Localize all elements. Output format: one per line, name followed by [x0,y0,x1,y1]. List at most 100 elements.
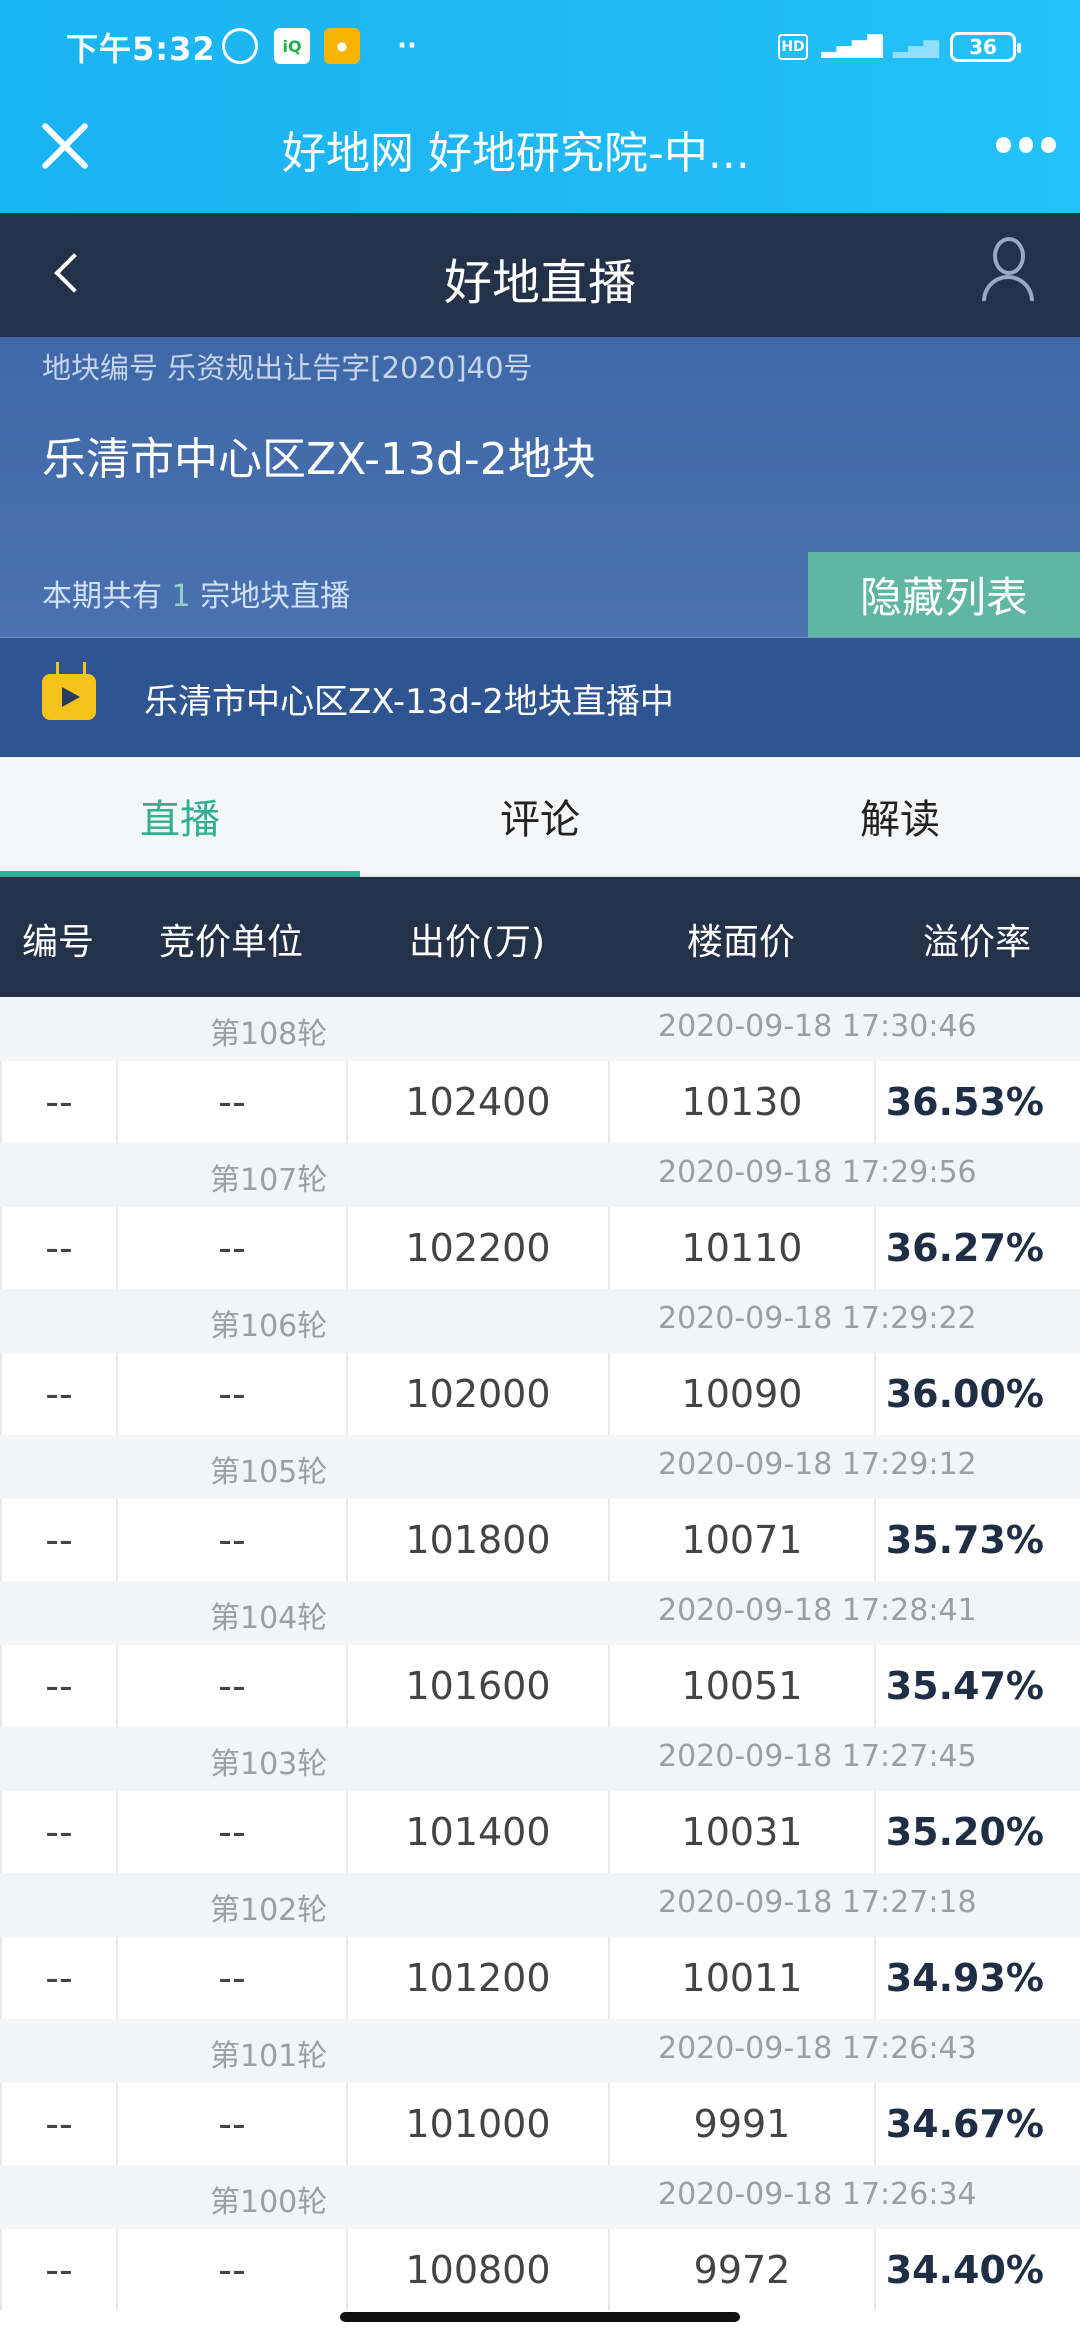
cell-premium: 35.73% [874,1499,1080,1581]
round-meta: 第100轮 2020-09-18 17:26:34 [0,2165,1080,2229]
header-bidder: 竞价单位 [158,922,303,963]
cell-id: -- [0,1061,116,1143]
round-time: 2020-09-18 17:28:41 [658,1593,977,1628]
more-menu-icon[interactable] [996,137,1057,157]
close-icon[interactable] [34,115,94,175]
round-meta: 第108轮 2020-09-18 17:30:46 [0,997,1080,1061]
bid-round: 第102轮 2020-09-18 17:27:18 -- -- 101200 1… [0,1873,1080,2019]
cell-id: -- [0,1645,116,1727]
cell-bid: 100800 [346,2229,608,2311]
round-number: 第101轮 [210,2039,328,2074]
cell-id: -- [0,1791,116,1873]
cell-premium: 34.67% [874,2083,1080,2165]
header-bid: 出价(万) [408,922,546,963]
user-icon[interactable] [980,237,1036,307]
cell-id: -- [0,1937,116,2019]
table-row: -- -- 101000 9991 34.67% [0,2083,1080,2165]
round-number: 第108轮 [210,1017,328,1052]
round-meta: 第102轮 2020-09-18 17:27:18 [0,1873,1080,1937]
round-meta: 第106轮 2020-09-18 17:29:22 [0,1289,1080,1353]
cell-floor-price: 9991 [608,2083,874,2165]
round-number: 第103轮 [210,1747,328,1782]
table-row: -- -- 100800 9972 34.40% [0,2229,1080,2311]
round-time: 2020-09-18 17:30:46 [658,1009,977,1044]
round-meta: 第103轮 2020-09-18 17:27:45 [0,1727,1080,1791]
cell-bid: 101400 [346,1791,608,1873]
cell-premium: 34.93% [874,1937,1080,2019]
table-row: -- -- 101400 10031 35.20% [0,1791,1080,1873]
table-row: -- -- 102000 10090 36.00% [0,1353,1080,1435]
bid-round: 第103轮 2020-09-18 17:27:45 -- -- 101400 1… [0,1727,1080,1873]
table-row: -- -- 101800 10071 35.73% [0,1499,1080,1581]
page-title: 好地直播 [443,255,636,311]
cell-bidder: -- [116,2229,346,2311]
cell-bid: 102400 [346,1061,608,1143]
signal-4g-icon: ▂▄▆█ [821,34,883,58]
bid-rounds-list: 第108轮 2020-09-18 17:30:46 -- -- 102400 1… [0,997,1080,2311]
live-status-bar[interactable]: 乐清市中心区ZX-13d-2地块直播中 [0,637,1080,757]
round-number: 第107轮 [210,1163,328,1198]
cell-floor-price: 10110 [608,1207,874,1289]
plot-info-panel: 地块编号 乐资规出让告字[2020]40号 乐清市中心区ZX-13d-2地块 本… [0,337,1080,637]
bid-round: 第105轮 2020-09-18 17:29:12 -- -- 101800 1… [0,1435,1080,1581]
cell-bidder: -- [116,1937,346,2019]
header-id: 编号 [21,922,94,963]
status-bar: 下午5:32 iQ ● ·· HD ▂▄▆█ ▂▄▆ 36 [0,0,1080,95]
table-row: -- -- 101600 10051 35.47% [0,1645,1080,1727]
cell-premium: 36.27% [874,1207,1080,1289]
bid-round: 第106轮 2020-09-18 17:29:22 -- -- 102000 1… [0,1289,1080,1435]
cell-bidder: -- [116,1645,346,1727]
table-row: -- -- 101200 10011 34.93% [0,1937,1080,2019]
cell-premium: 34.40% [874,2229,1080,2311]
plot-count-suffix: 宗地块直播 [200,579,351,614]
home-indicator[interactable] [340,2312,740,2322]
tab-comments[interactable]: 评论 [360,757,720,875]
cell-bidder: -- [116,1207,346,1289]
round-time: 2020-09-18 17:27:18 [658,1885,977,1920]
cell-premium: 36.00% [874,1353,1080,1435]
cell-bid: 101000 [346,2083,608,2165]
alarm-icon [222,28,258,64]
round-meta: 第104轮 2020-09-18 17:28:41 [0,1581,1080,1645]
round-time: 2020-09-18 17:29:22 [658,1301,977,1336]
bid-round: 第101轮 2020-09-18 17:26:43 -- -- 101000 9… [0,2019,1080,2165]
round-meta: 第105轮 2020-09-18 17:29:12 [0,1435,1080,1499]
header-floor-price: 楼面价 [686,922,795,963]
round-number: 第104轮 [210,1601,328,1636]
cell-premium: 36.53% [874,1061,1080,1143]
round-number: 第106轮 [210,1309,328,1344]
round-time: 2020-09-18 17:29:12 [658,1447,977,1482]
round-time: 2020-09-18 17:26:43 [658,2031,977,2066]
round-number: 第102轮 [210,1893,328,1928]
tab-bar: 直播 评论 解读 [0,757,1080,877]
cell-bid: 101200 [346,1937,608,2019]
app-navbar: 好地直播 [0,213,1080,337]
cell-bidder: -- [116,2083,346,2165]
round-time: 2020-09-18 17:29:56 [658,1155,977,1190]
cell-floor-price: 10031 [608,1791,874,1873]
round-number: 第100轮 [210,2185,328,2220]
cell-floor-price: 10130 [608,1061,874,1143]
iqiyi-icon: iQ [274,28,310,64]
battery-level: 36 [969,35,997,59]
cell-bidder: -- [116,1353,346,1435]
cell-id: -- [0,1353,116,1435]
round-number: 第105轮 [210,1455,328,1490]
tab-analysis[interactable]: 解读 [720,757,1080,875]
live-tv-icon [42,674,96,720]
status-time: 下午5:32 [66,30,216,68]
cell-floor-price: 10011 [608,1937,874,2019]
hide-list-button[interactable]: 隐藏列表 [808,552,1080,637]
cell-bid: 101600 [346,1645,608,1727]
plot-count-number: 1 [171,579,191,614]
cell-id: -- [0,1207,116,1289]
more-dots-icon: ·· [397,31,417,61]
cell-bidder: -- [116,1061,346,1143]
cell-premium: 35.20% [874,1791,1080,1873]
tab-live[interactable]: 直播 [0,757,360,877]
round-time: 2020-09-18 17:27:45 [658,1739,977,1774]
cell-bidder: -- [116,1791,346,1873]
bid-round: 第108轮 2020-09-18 17:30:46 -- -- 102400 1… [0,997,1080,1143]
bid-round: 第107轮 2020-09-18 17:29:56 -- -- 102200 1… [0,1143,1080,1289]
table-header: 编号 竞价单位 出价(万) 楼面价 溢价率 [0,877,1080,997]
